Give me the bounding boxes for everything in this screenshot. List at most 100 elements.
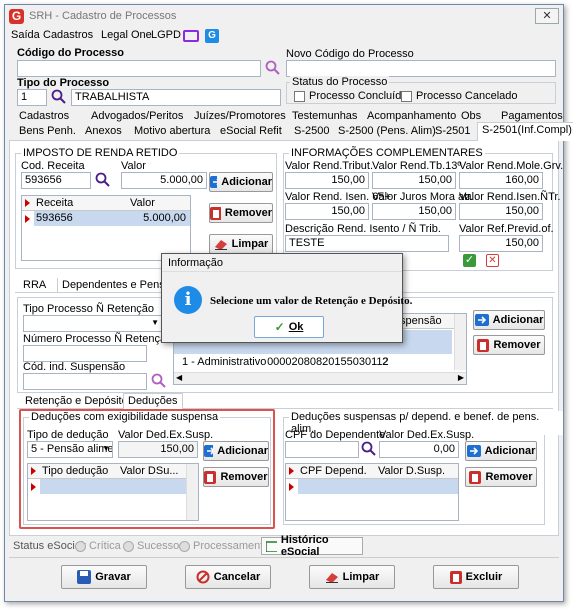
deducoes-adicionar-button[interactable]: Adicionar [203,441,269,461]
tab-esocial-refit[interactable]: eSocial Refit [216,124,286,138]
tab-s2500[interactable]: S-2500 [290,124,333,138]
cancelar-button[interactable]: Cancelar [185,565,271,589]
tab-acompanhamento[interactable]: Acompanhamento [363,109,460,123]
menu-legal-one[interactable]: Legal One [101,29,152,41]
search-icon[interactable] [361,441,377,457]
codigo-processo-input[interactable] [17,60,261,77]
cancelado-label: Processo Cancelado [416,90,518,102]
table-row[interactable]: 593656 5.000,00 [34,211,190,226]
processo-adicionar-button[interactable]: Adicionar [473,310,545,330]
h-scrollbar[interactable]: ◀ ▶ [174,372,466,384]
adicionar-label: Adicionar [217,445,268,457]
radio-critica[interactable] [75,541,86,552]
f1-label: Valor Rend.Tribut. [285,160,374,172]
tab-s2500-pens[interactable]: S-2500 (Pens. Alim) [334,124,440,138]
tab-rra[interactable]: RRA [19,278,50,292]
excluir-button[interactable]: Excluir [433,565,519,589]
concluido-checkbox[interactable] [294,91,305,102]
radio-processamento[interactable] [179,541,190,552]
deducoes-dep-adicionar-button[interactable]: Adicionar [465,441,537,461]
footer-divider [9,557,559,558]
cancel-x-icon[interactable]: ✕ [486,254,499,267]
deducoes-remover-button[interactable]: Remover [203,467,269,487]
table-row[interactable] [40,479,186,494]
confirm-check-icon[interactable]: ✓ [463,254,476,267]
search-icon[interactable] [151,373,167,389]
tipo-proc-label: Tipo Processo Ñ Retenção [23,303,155,315]
tab-testemunhas[interactable]: Testemunhas [288,109,361,123]
tab-cadastros[interactable]: Cadastros [15,109,73,123]
valor-ded-label: Valor Ded.Ex.Susp. [118,429,214,441]
numero-processo-input[interactable] [23,345,147,362]
dialog-message: Selecione um valor de Retenção e Depósit… [210,295,413,307]
menu-saida[interactable]: Saída [11,29,40,41]
irrf-adicionar-button[interactable]: Adicionar [209,172,273,192]
tab-pagamentos[interactable]: Pagamentos [497,109,567,123]
valor-ded-dep-input[interactable]: 0,00 [379,441,459,458]
valor-input[interactable]: 5.000,00 [121,172,207,189]
processo-remover-button[interactable]: Remover [473,335,545,355]
cod-receita-input[interactable]: 593656 [21,172,91,189]
rend-13-input[interactable]: 150,00 [372,172,456,189]
inner-tabs: Retenção e Depósitos Deduções [17,393,553,409]
juros-mora-input[interactable]: 150,00 [372,203,456,220]
grid-header: CPF Depend. Valor D.Susp. [286,464,458,479]
trash-icon [469,470,482,484]
tipo-deducao-select[interactable]: 5 - Pensão alimer ▼ [27,441,113,458]
f2-label: Valor Rend.Tb.13º [372,160,462,172]
rend-isen-65-input[interactable]: 150,00 [285,203,369,220]
tab-motivo-abertura[interactable]: Motivo abertura [130,124,214,138]
rend-mole-input[interactable]: 160,00 [459,172,543,189]
novo-codigo-input[interactable] [286,60,556,77]
limpar-button[interactable]: Limpar [309,565,395,589]
scroll-left-icon[interactable]: ◀ [176,373,182,382]
irrf-remover-button[interactable]: Remover [209,203,273,223]
grid-col-valor-dsu: Valor DSu... [120,465,179,477]
cpf-dep-label: CPF do Dependente [285,429,386,441]
folder-icon [266,541,277,552]
close-button[interactable]: ✕ [535,8,559,24]
search-icon[interactable] [95,172,111,188]
tab-juizes[interactable]: Juízes/Promotores [190,109,290,123]
gravar-button[interactable]: Gravar [61,565,147,589]
valor-ded-input[interactable]: 150,00 [118,441,198,458]
rend-isen-ntr-input[interactable]: 150,00 [459,203,543,220]
desc-rend-isento-input[interactable]: TESTE [285,235,449,252]
tab-s2501-inf-compl[interactable]: S-2501(Inf.Compl) [477,122,573,141]
tab-obs[interactable]: Obs [457,109,485,123]
cancel-icon [196,570,210,584]
scroll-right-icon[interactable]: ▶ [458,373,464,382]
g-app-icon[interactable]: G [205,29,219,43]
tab-advogados[interactable]: Advogados/Peritos [87,109,187,123]
chat-icon[interactable] [183,30,199,42]
irrf-limpar-button[interactable]: Limpar [209,234,273,254]
search-icon[interactable] [265,60,281,76]
deducoes-dep-remover-button[interactable]: Remover [465,467,537,487]
tab-deducoes[interactable]: Deduções [123,393,183,409]
menu-lgpd[interactable]: LGPD [151,29,181,41]
grid-col-valor-dsusp: Valor D.Susp. [378,465,446,477]
valor-label: Valor [121,160,146,172]
tipo-processo-desc: TRABALHISTA [71,89,281,106]
cod-susp-input[interactable] [23,373,147,390]
cancelado-checkbox[interactable] [401,91,412,102]
tab-bens-penh[interactable]: Bens Penh. [15,124,80,138]
scrollbar[interactable] [186,464,198,520]
rend-tribut-input[interactable]: 150,00 [285,172,369,189]
menu-cadastros[interactable]: Cadastros [43,29,93,41]
cpf-dependente-input[interactable] [285,441,359,458]
historico-esocial-button[interactable]: Histórico eSocial [261,534,363,558]
table-row[interactable] [298,479,458,494]
ref-previd-input[interactable]: 150,00 [459,235,543,252]
tab-retencao-depositos[interactable]: Retenção e Depósitos [21,394,137,408]
tab-anexos[interactable]: Anexos [81,124,126,138]
tipo-processo-code-input[interactable]: 1 [17,89,47,106]
table-row[interactable]: 1 - Administrativo 00002080820155030112 … [182,356,389,368]
tab-s2501[interactable]: S-2501 [431,124,474,138]
tipo-processo-ret-select[interactable]: ▼ [23,315,163,332]
search-icon[interactable] [51,89,67,105]
scrollbar[interactable] [454,314,466,370]
ok-button[interactable]: ✓ Ok [254,316,324,338]
radio-sucesso[interactable] [123,541,134,552]
grid-col-suspensao: spensão [400,315,442,327]
